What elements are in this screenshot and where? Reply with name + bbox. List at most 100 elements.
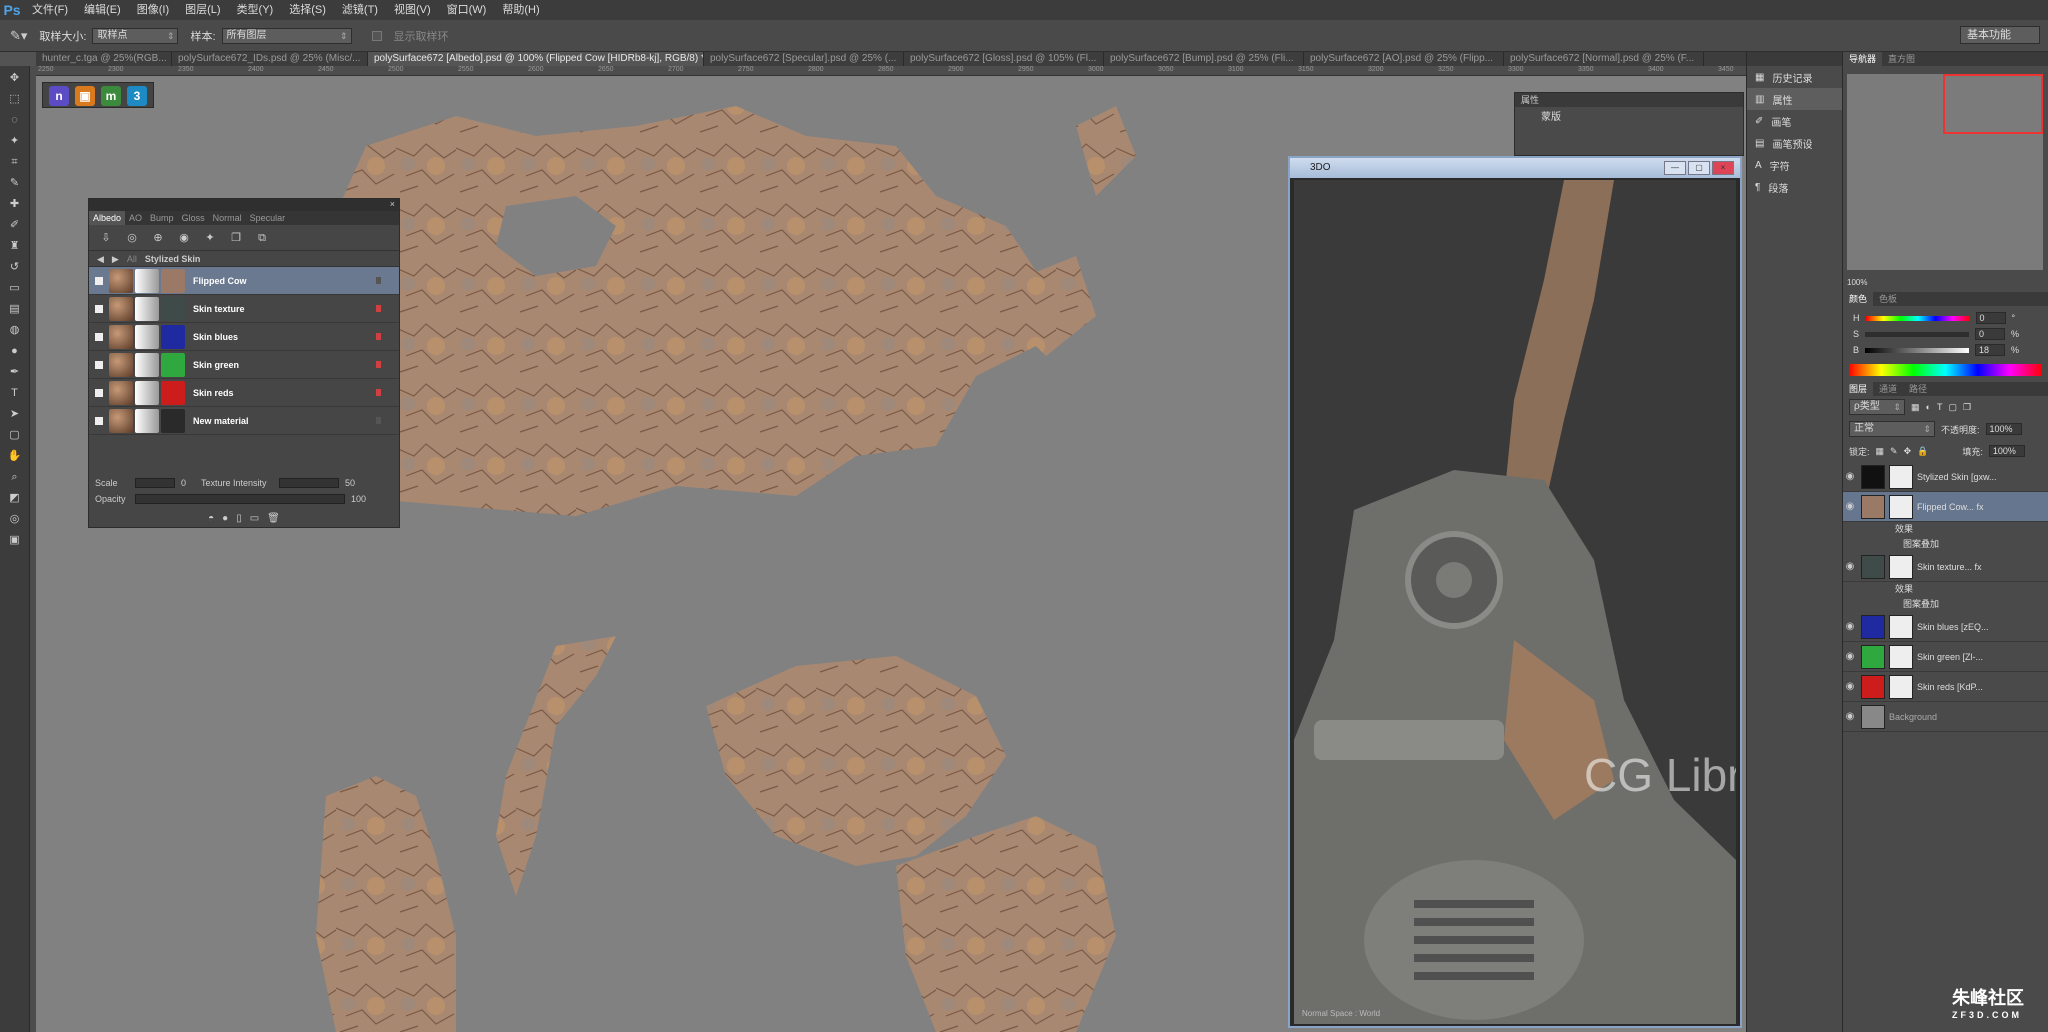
blur-tool-icon[interactable]: ◍ xyxy=(5,321,25,339)
menu-select[interactable]: 选择(S) xyxy=(281,0,334,20)
tab-gloss[interactable]: polySurface672 [Gloss].psd @ 105% (Fl... xyxy=(904,52,1104,66)
background-layer[interactable]: ◉ Background xyxy=(1843,702,2048,732)
navigator-zoom[interactable]: 100% xyxy=(1843,278,2048,292)
tab-specular[interactable]: polySurface672 [Specular].psd @ 25% (... xyxy=(704,52,904,66)
layer-row[interactable]: ◉ Skin reds [KdP... xyxy=(1843,672,2048,702)
pattern-overlay-row[interactable]: 图案叠加 xyxy=(1843,537,2048,552)
tab-specular-channel[interactable]: Specular xyxy=(246,211,290,225)
tab-layers[interactable]: 图层 xyxy=(1843,382,1874,396)
tab-ao[interactable]: polySurface672 [AO].psd @ 25% (Flipp... xyxy=(1304,52,1504,66)
material-row[interactable]: New material xyxy=(89,407,399,435)
3do-icon[interactable]: 3 xyxy=(127,86,147,106)
layer-kind-filter[interactable]: ρ类型 xyxy=(1849,399,1905,415)
brush-material-icon[interactable]: ✦ xyxy=(199,228,221,248)
color-swatch-icon[interactable]: ◩ xyxy=(5,489,25,507)
brush-tool-icon[interactable]: ✐ xyxy=(5,216,25,234)
layer-row[interactable]: ◉ Skin green [Zl-... xyxy=(1843,642,2048,672)
tab-histogram[interactable]: 直方图 xyxy=(1882,52,1921,66)
material-row[interactable]: Skin texture xyxy=(89,295,399,323)
pen-tool-icon[interactable]: ✒ xyxy=(5,363,25,381)
viewer-3d-viewport[interactable]: CG Library Normal Space : World xyxy=(1294,180,1736,1024)
move-tool-icon[interactable]: ✥ xyxy=(5,69,25,87)
tab-albedo[interactable]: polySurface672 [Albedo].psd @ 100% (Flip… xyxy=(368,52,704,66)
eyedropper-icon[interactable]: ✎▾ xyxy=(10,28,27,44)
layer-mask-thumbnail[interactable] xyxy=(1889,674,1913,699)
tab-navigator[interactable]: 导航器 xyxy=(1843,52,1883,66)
stamp-tool-icon[interactable]: ♜ xyxy=(5,237,25,255)
trash-icon[interactable]: 🗑 xyxy=(267,513,280,533)
copy-icon[interactable]: ❐ xyxy=(225,228,247,248)
document-icon[interactable]: ▯ xyxy=(236,513,242,533)
sample-select[interactable]: 所有图层 xyxy=(221,27,352,44)
history-panel-button[interactable]: ▦ 历史记录 xyxy=(1747,66,1842,88)
quick-mask-icon[interactable]: ◎ xyxy=(5,510,25,528)
dodge-tool-icon[interactable]: ● xyxy=(5,342,25,360)
import-icon[interactable]: ⇩ xyxy=(95,228,117,248)
brush-presets-button[interactable]: ▤ 画笔预设 xyxy=(1747,132,1842,154)
layer-opacity-value[interactable]: 100% xyxy=(1985,423,2022,435)
layer-mask-thumbnail[interactable] xyxy=(1889,464,1913,489)
sphere-icon[interactable]: ● xyxy=(222,513,228,533)
close-window-icon[interactable]: × xyxy=(1712,161,1734,175)
layer-mask-thumbnail[interactable] xyxy=(1889,614,1913,639)
material-row[interactable]: Flipped Cow xyxy=(89,267,399,295)
export-icon[interactable]: ⧉ xyxy=(251,228,273,248)
shape-tool-icon[interactable]: ▢ xyxy=(5,426,25,444)
layer-mask-thumbnail[interactable] xyxy=(1889,644,1913,669)
tab-normal-channel[interactable]: Normal xyxy=(209,211,246,225)
menu-file[interactable]: 文件(F) xyxy=(24,0,76,20)
material-row[interactable]: Skin blues xyxy=(89,323,399,351)
pattern-overlay-row[interactable]: 图案叠加 xyxy=(1843,597,2048,612)
menu-view[interactable]: 视图(V) xyxy=(386,0,439,20)
gradient-tool-icon[interactable]: ▤ xyxy=(5,300,25,318)
material-flag[interactable] xyxy=(376,417,381,424)
tab-color[interactable]: 颜色 xyxy=(1843,292,1874,306)
navigator-thumbnail[interactable] xyxy=(1847,74,2043,270)
marquee-tool-icon[interactable]: ⬚ xyxy=(5,90,25,108)
menu-edit[interactable]: 编辑(E) xyxy=(76,0,129,20)
mdo-icon[interactable]: m xyxy=(101,86,121,106)
back-icon[interactable]: ◀ xyxy=(97,251,104,266)
visibility-eye-icon[interactable]: ◉ xyxy=(1843,471,1857,482)
menu-type[interactable]: 类型(Y) xyxy=(229,0,282,20)
maximize-icon[interactable]: ▢ xyxy=(1688,161,1710,175)
crop-tool-icon[interactable]: ⌗ xyxy=(5,153,25,171)
type-tool-icon[interactable]: T xyxy=(5,384,25,402)
path-select-icon[interactable]: ➤ xyxy=(5,405,25,423)
filter-smart-icon[interactable]: ❐ xyxy=(1963,402,1971,413)
layer-mask-thumbnail[interactable] xyxy=(1889,494,1913,519)
filter-adjust-icon[interactable]: ◐ xyxy=(1926,402,1931,412)
material-checkbox[interactable] xyxy=(95,388,103,397)
minimize-icon[interactable]: — xyxy=(1664,161,1686,175)
menu-help[interactable]: 帮助(H) xyxy=(494,0,547,20)
scale-slider[interactable] xyxy=(135,478,175,488)
layer-row[interactable]: ◉ Skin blues [zEQ... xyxy=(1843,612,2048,642)
brightness-slider[interactable] xyxy=(1865,347,1970,353)
material-flag[interactable] xyxy=(376,305,381,312)
material-checkbox[interactable] xyxy=(95,360,103,369)
folder-icon[interactable]: ▭ xyxy=(250,513,259,533)
eraser-tool-icon[interactable]: ▭ xyxy=(5,279,25,297)
filter-type-icon[interactable]: T xyxy=(1937,402,1943,412)
lock-paint-icon[interactable]: ✎ xyxy=(1890,446,1898,457)
filter-pixel-icon[interactable]: ▦ xyxy=(1911,402,1920,413)
tab-hunter[interactable]: hunter_c.tga @ 25%(RGB... xyxy=(36,52,172,66)
intensity-slider[interactable] xyxy=(279,478,339,488)
sample-size-select[interactable]: 取样点 xyxy=(92,27,179,44)
material-row[interactable]: Skin green xyxy=(89,351,399,379)
lock-pixels-icon[interactable]: ▦ xyxy=(1876,446,1885,457)
tab-ao-channel[interactable]: AO xyxy=(125,211,146,225)
add-material-icon[interactable]: ⊕ xyxy=(147,228,169,248)
visibility-eye-icon[interactable]: ◉ xyxy=(1843,711,1857,722)
menu-image[interactable]: 图像(I) xyxy=(129,0,177,20)
effects-row[interactable]: 效果 xyxy=(1843,582,2048,597)
hand-tool-icon[interactable]: ✋ xyxy=(5,447,25,465)
menu-layer[interactable]: 图层(L) xyxy=(177,0,228,20)
crumb-all[interactable]: All xyxy=(127,251,137,266)
visibility-eye-icon[interactable]: ◉ xyxy=(1843,651,1857,662)
lock-all-icon[interactable]: 🔒 xyxy=(1917,446,1928,457)
material-checkbox[interactable] xyxy=(95,304,103,313)
tab-paths[interactable]: 路径 xyxy=(1903,382,1933,396)
zoom-tool-icon[interactable]: ⌕ xyxy=(5,468,25,486)
tab-gloss-channel[interactable]: Gloss xyxy=(178,211,209,225)
